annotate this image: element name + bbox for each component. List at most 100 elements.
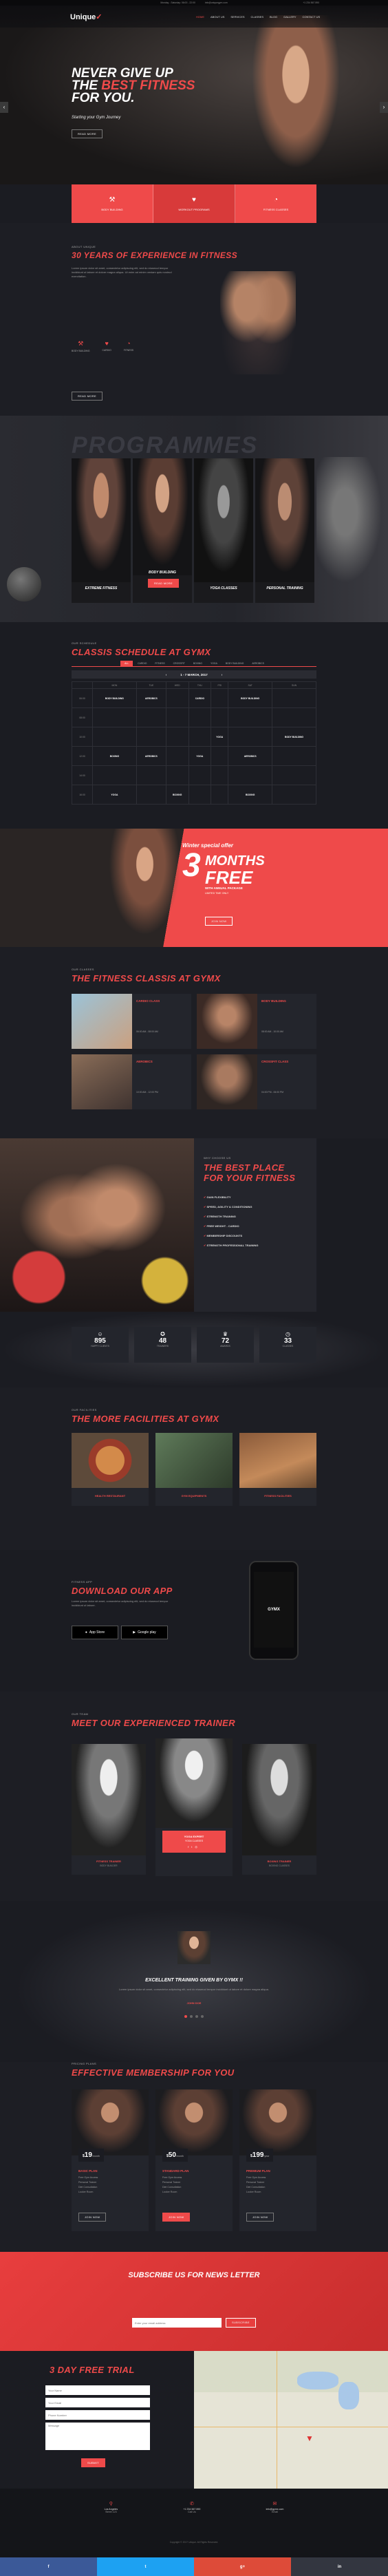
carousel-dot[interactable] <box>184 2015 187 2018</box>
plan-card[interactable]: $19/month BASIC PLAN Free Gym Access Person… <box>72 2089 149 2231</box>
class-card[interactable]: CROSSFIT CLASS 04:00 PM - 06:00 PM <box>197 1054 316 1109</box>
stat-label: AWARDS <box>220 1345 230 1348</box>
best-point-text: SPEED, AGILITY & CONDITIONING <box>206 1205 252 1209</box>
facility-card[interactable]: HEALTH RESTAURANT <box>72 1433 149 1506</box>
programme-card[interactable]: YOGA CLASSES <box>194 458 253 603</box>
trial-email-field[interactable] <box>45 2398 150 2407</box>
map-pin-icon[interactable]: ▼ <box>305 2434 314 2443</box>
schedule-cell[interactable]: AEROBICS <box>136 688 166 708</box>
carousel-dot[interactable] <box>195 2015 198 2018</box>
instagram-icon[interactable]: ◎ <box>195 1845 200 1849</box>
programme-card[interactable]: EXTREME FITNESS <box>72 458 131 603</box>
logo[interactable]: Unique✓ <box>70 12 103 21</box>
plan-join-button[interactable]: JOIN NOW <box>162 2213 191 2222</box>
chevron-right-icon[interactable]: › <box>222 673 223 677</box>
schedule-tab[interactable]: AEROBICS <box>248 661 268 666</box>
hero-next-arrow[interactable]: › <box>380 102 388 113</box>
trainer-name: YOGA EXPERT <box>184 1835 204 1838</box>
nav-gallery[interactable]: GALLERY <box>283 15 296 19</box>
plan-image <box>72 2089 149 2155</box>
facility-label: HEALTH RESTAURANT <box>94 1494 126 1498</box>
schedule-tab[interactable]: ALL <box>120 661 133 666</box>
facebook-icon[interactable]: f <box>0 2557 97 2576</box>
schedule-cell <box>136 707 166 727</box>
schedule-cell[interactable]: AEROBICS <box>228 746 273 766</box>
schedule-tab[interactable]: CROSSFIT <box>170 661 188 666</box>
trainers-title: MEET OUR EXPERIENCED TRAINER <box>72 1718 236 1728</box>
nav-about[interactable]: ABOUT US <box>211 15 224 19</box>
nav-contact[interactable]: CONTACT US <box>303 15 321 19</box>
hero-read-more-button[interactable]: READ MORE <box>72 129 103 138</box>
trainer-card[interactable]: FITNESS TRAINER BODY BUILDER <box>72 1744 146 1875</box>
schedule-cell <box>272 688 316 708</box>
newsletter-email-input[interactable] <box>132 2318 222 2328</box>
plan-join-button[interactable]: JOIN NOW <box>246 2213 274 2222</box>
testimonial-title: EXCELLENT TRAINING GIVEN BY GYMX !! <box>145 1978 243 1983</box>
time-cell: 16:00 <box>72 785 93 805</box>
schedule-cell[interactable]: BODY BUILDING <box>92 688 137 708</box>
carousel-dot[interactable] <box>201 2015 204 2018</box>
schedule-tabs: ALL CARDIO FITNESS CROSSFIT BOXING YOGA … <box>72 661 316 667</box>
plan-card[interactable]: $199/year PREMIUM PLAN Free Gym Access Pers… <box>239 2089 316 2231</box>
plan-price-badge: $199/year <box>246 2149 274 2162</box>
twitter-icon[interactable]: t <box>97 2557 194 2576</box>
schedule-cell[interactable]: BOXING <box>92 746 137 766</box>
newsletter-subscribe-button[interactable]: SUBSCRIBE <box>226 2318 256 2328</box>
nav-services[interactable]: SERVICES <box>230 15 244 19</box>
plan-price: 19 <box>84 2151 92 2159</box>
schedule-cell[interactable]: AEROBICS <box>136 746 166 766</box>
facility-card[interactable]: FITNESS FACILITIES <box>239 1433 316 1506</box>
nav-blog[interactable]: BLOG <box>270 15 277 19</box>
best-point: ✔ MEMBERSHIP DISCOUNTS <box>204 1231 307 1241</box>
linkedin-icon[interactable]: in <box>291 2557 388 2576</box>
schedule-cell[interactable]: BOXING <box>165 785 189 805</box>
nav-home[interactable]: HOME <box>196 15 204 19</box>
feature-fitness-classes[interactable]: ◔ FITNESS CLASSES <box>235 184 316 223</box>
plan-card[interactable]: $50/month STANDARD PLAN Free Gym Access Per… <box>155 2089 233 2231</box>
nav-classes[interactable]: CLASSES <box>251 15 263 19</box>
class-card[interactable]: AEROBICS 10:00 AM - 12:00 PM <box>72 1054 191 1109</box>
location-map[interactable]: ▼ <box>194 2351 388 2489</box>
feature-body-building[interactable]: ⚒ BODY BUILDING <box>72 184 153 223</box>
trial-message-field[interactable] <box>45 2423 150 2450</box>
app-store-button[interactable]: ● App Store <box>72 1626 118 1639</box>
trial-submit-button[interactable]: SUBMIT <box>81 2458 105 2467</box>
stat-number: 48 <box>158 1337 167 1345</box>
class-card[interactable]: BODY BUILDING 08:00 AM - 10:00 AM <box>197 994 316 1049</box>
about-icon-item: ⚒ BODY BUILDING <box>72 340 90 352</box>
class-card[interactable]: CARDIO CLASS 06:00 AM - 08:00 AM <box>72 994 191 1049</box>
carousel-dot[interactable] <box>190 2015 193 2018</box>
schedule-tab[interactable]: BODY BUILDING <box>222 661 248 666</box>
about-read-more-button[interactable]: READ MORE <box>72 392 103 401</box>
programme-read-more-button[interactable]: READ MORE <box>148 579 179 588</box>
programme-card[interactable]: PERSONAL TRAINING <box>255 458 314 603</box>
schedule-cell[interactable]: BODY BUILDING <box>228 688 273 708</box>
schedule-cell[interactable]: YOGA <box>211 727 229 747</box>
programme-card[interactable]: READ MORE BODY BUILDING <box>133 458 192 603</box>
schedule-tab[interactable]: CARDIO <box>134 661 150 666</box>
user-icon: ☺ <box>97 1331 103 1337</box>
trainer-card[interactable]: BOXING TRAINER BOXING CLASSES <box>242 1744 316 1875</box>
trainer-card-active[interactable]: YOGA EXPERT YOGA CLASSES ft◎ <box>155 1738 233 1876</box>
trial-name-field[interactable] <box>45 2385 150 2395</box>
hero-prev-arrow[interactable]: ‹ <box>0 102 8 113</box>
schedule-cell <box>136 785 166 805</box>
schedule-cell[interactable]: BODY BUILDING <box>272 727 316 747</box>
schedule-tab[interactable]: FITNESS <box>151 661 168 666</box>
schedule-tab[interactable]: YOGA <box>207 661 221 666</box>
google-play-button[interactable]: ▶ Google play <box>121 1626 168 1639</box>
offer-join-button[interactable]: JOIN NOW <box>205 917 233 926</box>
schedule-cell[interactable]: CARDIO <box>188 688 212 708</box>
best-point: ✔ STRENGTH TRAINING <box>204 1212 307 1222</box>
schedule-cell[interactable]: YOGA <box>92 785 137 805</box>
schedule-tab[interactable]: BOXING <box>190 661 206 666</box>
chevron-left-icon[interactable]: ‹ <box>166 673 167 677</box>
schedule-cell[interactable]: YOGA <box>188 746 212 766</box>
facility-card[interactable]: GYM EQUIPMENTS <box>155 1433 233 1506</box>
plan-period: /month <box>91 2155 100 2158</box>
schedule-cell[interactable]: BOXING <box>228 785 273 805</box>
feature-workout-programs[interactable]: ♥ WORKOUT PROGRAMS <box>153 184 235 223</box>
trial-phone-field[interactable] <box>45 2410 150 2420</box>
google-plus-icon[interactable]: g+ <box>194 2557 291 2576</box>
plan-join-button[interactable]: JOIN NOW <box>78 2213 107 2222</box>
